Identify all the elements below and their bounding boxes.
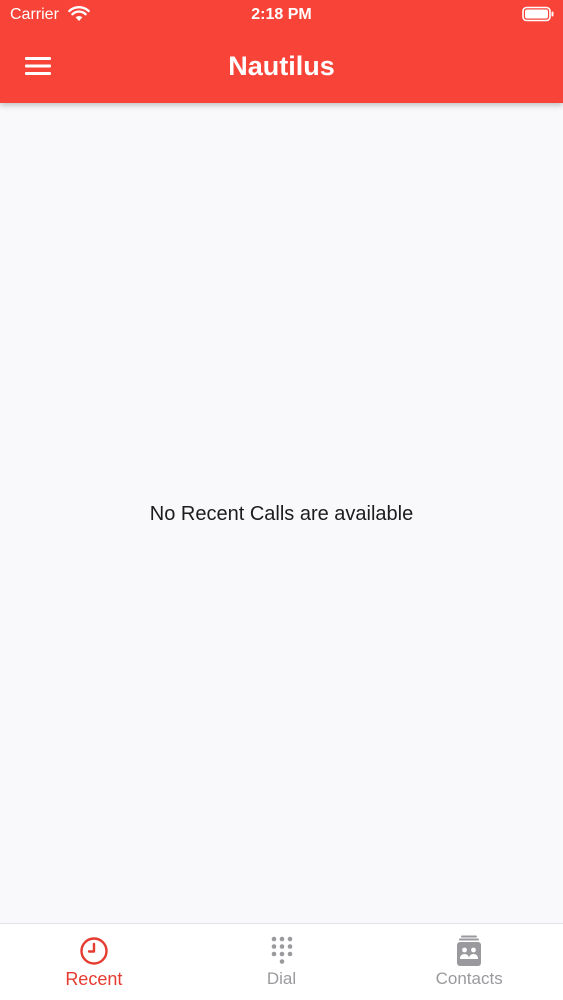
clock-icon [80,937,108,965]
empty-state-message: No Recent Calls are available [149,503,414,525]
app-header: Carrier 2:18 PM Nautilus [0,0,563,103]
menu-button[interactable] [18,50,58,82]
tab-dial[interactable]: Dial [188,924,376,1000]
dialpad-icon [271,936,292,964]
tab-label-recent: Recent [65,969,123,989]
bottom-tab-bar: Recent Dial Contacts [0,923,563,1000]
battery-icon [522,6,554,22]
tab-contacts[interactable]: Contacts [375,924,563,1000]
hamburger-menu-icon [25,57,51,75]
status-bar: Carrier 2:18 PM [0,0,563,30]
contacts-icon [457,935,482,966]
app-root: Carrier 2:18 PM Nautilus No Recent Calls… [0,0,563,1000]
page-title: Nautilus [228,51,335,81]
tab-label-contacts: Contacts [435,969,503,988]
tab-label-dial: Dial [266,969,297,988]
tab-recent[interactable]: Recent [0,924,188,1000]
status-time: 2:18 PM [251,6,312,23]
recent-calls-content: No Recent Calls are available [0,103,563,923]
